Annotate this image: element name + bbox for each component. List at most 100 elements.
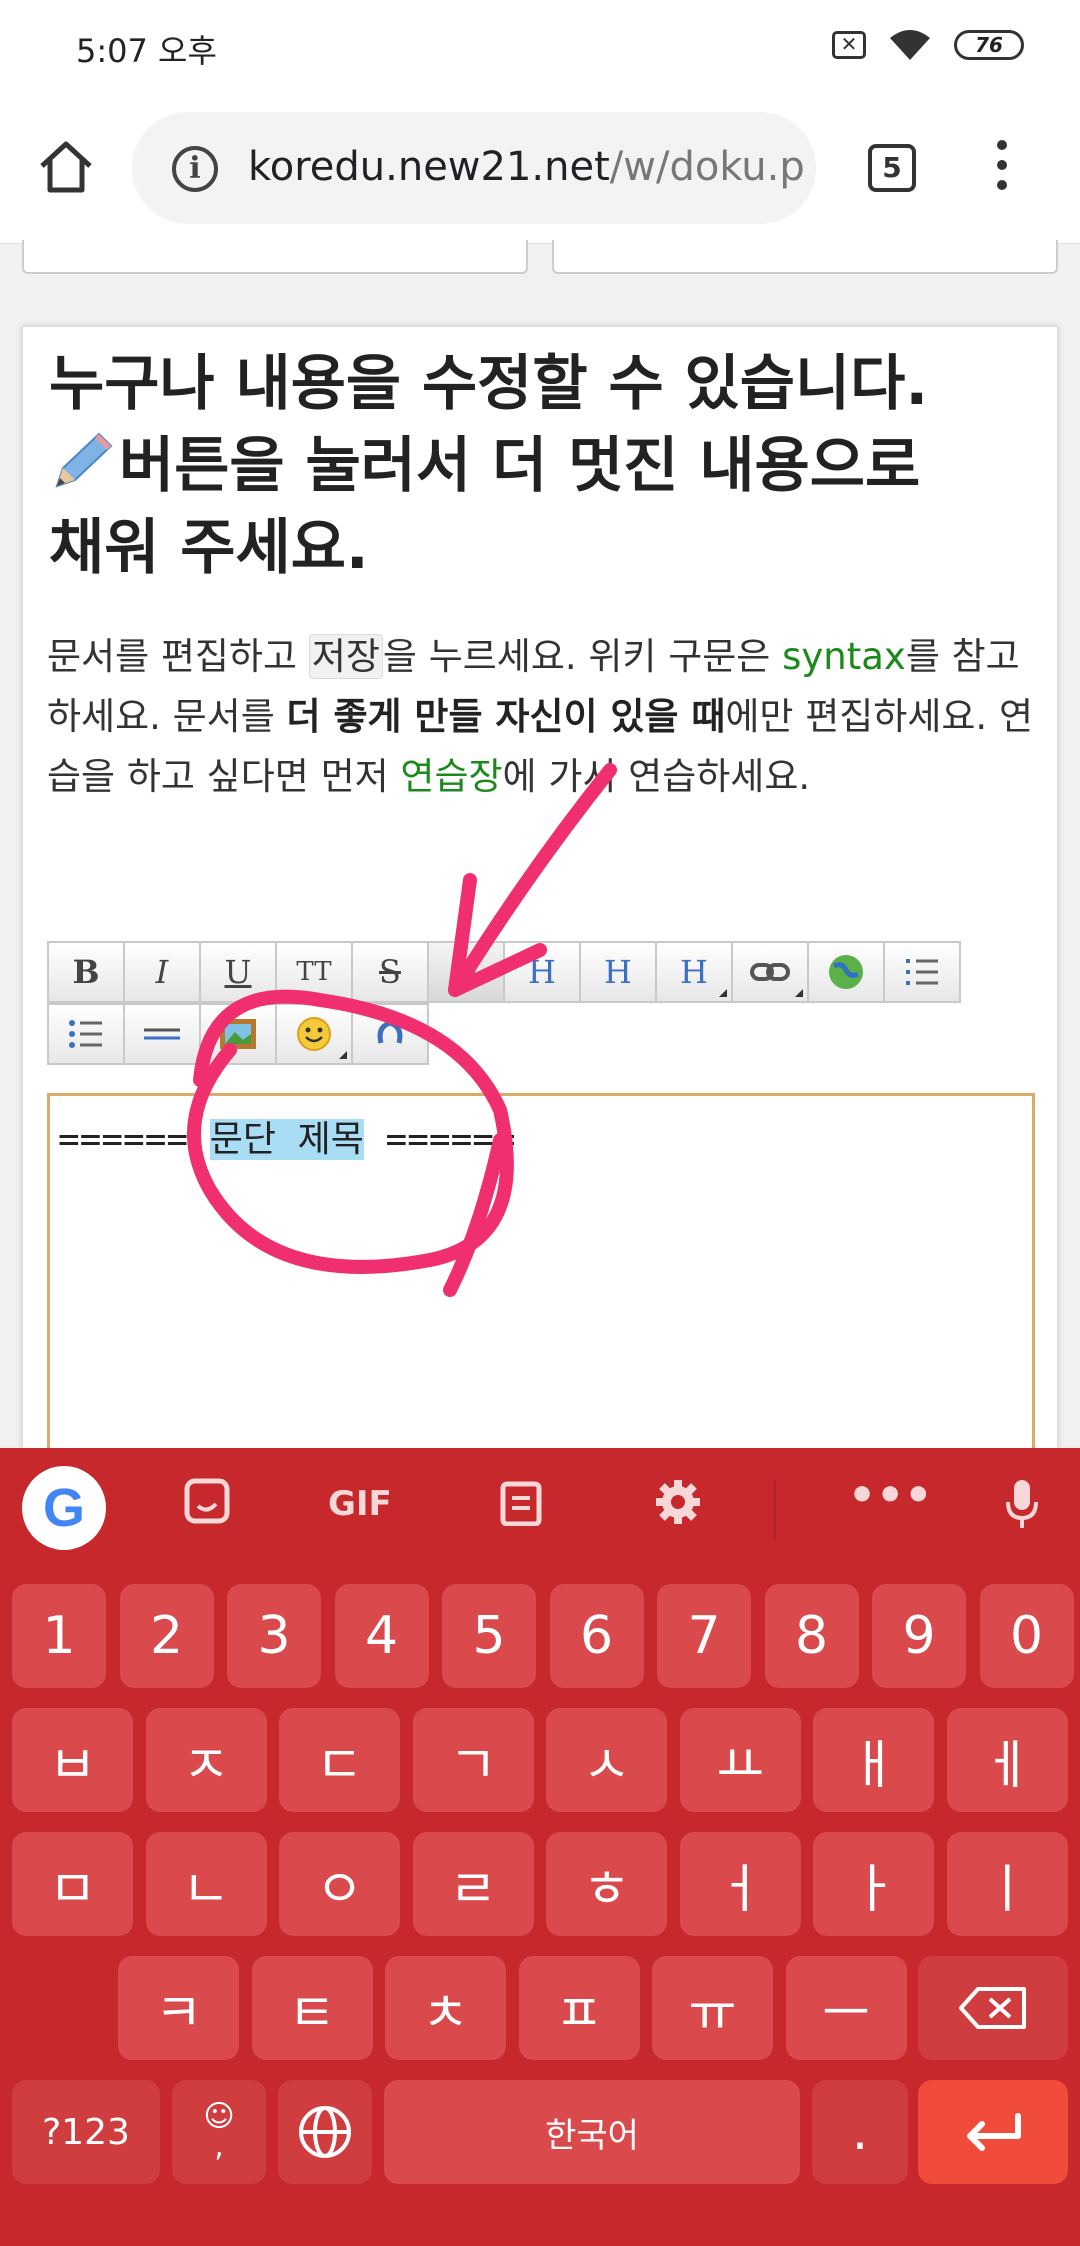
enter-icon (967, 2113, 1021, 2151)
heading-same-level-button[interactable]: H (427, 941, 505, 1003)
key-9[interactable]: 9 (872, 1584, 966, 1688)
key-0[interactable]: 0 (979, 1584, 1074, 1688)
sticker-icon[interactable] (184, 1478, 230, 1524)
heading-markup-suffix: ====== (363, 1119, 516, 1160)
tab-switcher-button[interactable]: 5 (868, 144, 916, 192)
backspace-key[interactable] (918, 1956, 1068, 2060)
syntax-link[interactable]: syntax (782, 635, 906, 678)
key-ㅏ[interactable]: ㅏ (813, 1832, 934, 1936)
unordered-list-button[interactable] (47, 1003, 125, 1065)
strike-label: S (379, 953, 401, 991)
key-1[interactable]: 1 (12, 1584, 106, 1688)
italic-button[interactable]: I (123, 941, 201, 1003)
toolbar-row-1: B I U TT S H H H H (47, 941, 1007, 1003)
heading-lower-level-button[interactable]: H (503, 941, 581, 1003)
status-icons: ✕ 76 (832, 28, 1024, 62)
underline-button[interactable]: U (199, 941, 277, 1003)
external-link-button[interactable] (807, 941, 885, 1003)
search-field-partial[interactable] (22, 240, 528, 274)
home-icon[interactable] (36, 136, 96, 196)
key-ㅛ[interactable]: ㅛ (679, 1708, 801, 1812)
select-field-partial[interactable] (552, 240, 1058, 274)
address-bar[interactable]: i koredu.new21.net/w/doku.p (132, 112, 816, 224)
symbols-key[interactable]: ?123 (12, 2080, 160, 2184)
gear-icon[interactable] (654, 1478, 702, 1526)
key-3[interactable]: 3 (227, 1584, 321, 1688)
key-ㅂ[interactable]: ㅂ (12, 1708, 133, 1812)
more-options-icon[interactable]: ••• (848, 1470, 932, 1521)
gif-button[interactable]: GIF (328, 1484, 392, 1524)
google-icon[interactable]: G (22, 1466, 106, 1550)
wifi-icon (890, 30, 930, 60)
comma-label: , (214, 2129, 224, 2164)
intro-paragraph: 문서를 편집하고 저장을 누르세요. 위키 구문은 syntax를 참고하세요.… (47, 627, 1043, 807)
heading-line-2: 버튼을 눌러서 더 멋진 내용으로 (49, 425, 1039, 507)
key-ㅓ[interactable]: ㅓ (679, 1832, 801, 1936)
key-ㅋ[interactable]: ㅋ (118, 1956, 239, 2060)
emoji-icon: ☺ (203, 2099, 235, 2134)
key-ㅐ[interactable]: ㅐ (813, 1708, 934, 1812)
key-8[interactable]: 8 (764, 1584, 859, 1688)
strikethrough-button[interactable]: S (351, 941, 429, 1003)
key-6[interactable]: 6 (549, 1584, 644, 1688)
ordered-list-button[interactable] (883, 941, 961, 1003)
key-ㅣ[interactable]: ㅣ (946, 1832, 1068, 1936)
key-5[interactable]: 5 (442, 1584, 536, 1688)
space-key[interactable]: 한국어 (384, 2080, 800, 2184)
intro-text: 을 누르세요. 위키 구문은 (382, 635, 783, 678)
key-ㅠ[interactable]: ㅠ (652, 1956, 773, 2060)
heading-line-1: 누구나 내용을 수정할 수 있습니다. (49, 349, 929, 419)
wiki-text-editor[interactable]: ====== 문단 제목 ====== (47, 1093, 1035, 1493)
bold-button[interactable]: B (47, 941, 125, 1003)
horizontal-rule-button[interactable] (123, 1003, 201, 1065)
heading-higher-level-button[interactable]: H (579, 941, 657, 1003)
emoji-comma-key[interactable]: ☺, (172, 2080, 266, 2184)
smiley-button[interactable] (275, 1003, 353, 1065)
microphone-icon[interactable] (1004, 1478, 1040, 1530)
enter-key[interactable] (918, 2080, 1068, 2184)
language-key[interactable] (278, 2080, 372, 2184)
key-2[interactable]: 2 (119, 1584, 214, 1688)
key-ㅌ[interactable]: ㅌ (251, 1956, 373, 2060)
keyboard-suggestion-strip: G GIF ••• (0, 1448, 1080, 1572)
heading-lower-label: H (528, 953, 556, 991)
info-icon[interactable]: i (172, 146, 218, 192)
key-ㄹ[interactable]: ㄹ (412, 1832, 534, 1936)
key-ㅔ[interactable]: ㅔ (946, 1708, 1068, 1812)
key-ㅅ[interactable]: ㅅ (546, 1708, 667, 1812)
monospace-button[interactable]: TT (275, 941, 353, 1003)
key-ㄷ[interactable]: ㄷ (279, 1708, 400, 1812)
globe-icon (829, 955, 863, 989)
special-chars-button[interactable] (351, 1003, 429, 1065)
monospace-label: TT (296, 957, 332, 987)
toolbar-separator (774, 1480, 776, 1540)
link-button[interactable] (731, 941, 809, 1003)
key-ㅊ[interactable]: ㅊ (385, 1956, 506, 2060)
more-menu-icon[interactable] (990, 140, 1014, 200)
key-4[interactable]: 4 (334, 1584, 429, 1688)
heading-line-3: 채워 주세요. (49, 513, 369, 583)
editor-toolbar: B I U TT S H H H H (47, 941, 1007, 1065)
sandbox-link[interactable]: 연습장 (400, 755, 502, 798)
key-ㅍ[interactable]: ㅍ (518, 1956, 640, 2060)
key-ㅁ[interactable]: ㅁ (12, 1832, 133, 1936)
key-ㅈ[interactable]: ㅈ (145, 1708, 267, 1812)
pencil-icon (55, 432, 113, 488)
soft-keyboard: G GIF ••• 1234567890 ㅂㅈㄷㄱㅅㅛㅐㅔㅁㄴㅇㄹㅎㅓㅏㅣㅋㅌㅊㅍ… (0, 1448, 1080, 2246)
period-key[interactable]: . (812, 2080, 908, 2184)
key-ㅎ[interactable]: ㅎ (546, 1832, 667, 1936)
key-ㅇ[interactable]: ㅇ (279, 1832, 400, 1936)
picture-icon (220, 1019, 256, 1049)
toolbar-row-2 (47, 1003, 1007, 1065)
url-text: koredu.new21.net/w/doku.p (248, 144, 805, 190)
key-ㅡ[interactable]: ㅡ (785, 1956, 907, 2060)
key-7[interactable]: 7 (657, 1584, 751, 1688)
bold-label: B (72, 953, 100, 991)
save-keyword: 저장 (308, 634, 383, 679)
clipboard-icon[interactable] (500, 1478, 542, 1526)
key-ㄱ[interactable]: ㄱ (412, 1708, 534, 1812)
smiley-icon (297, 1017, 331, 1051)
heading-select-button[interactable]: H (655, 941, 733, 1003)
key-ㄴ[interactable]: ㄴ (145, 1832, 267, 1936)
add-image-button[interactable] (199, 1003, 277, 1065)
